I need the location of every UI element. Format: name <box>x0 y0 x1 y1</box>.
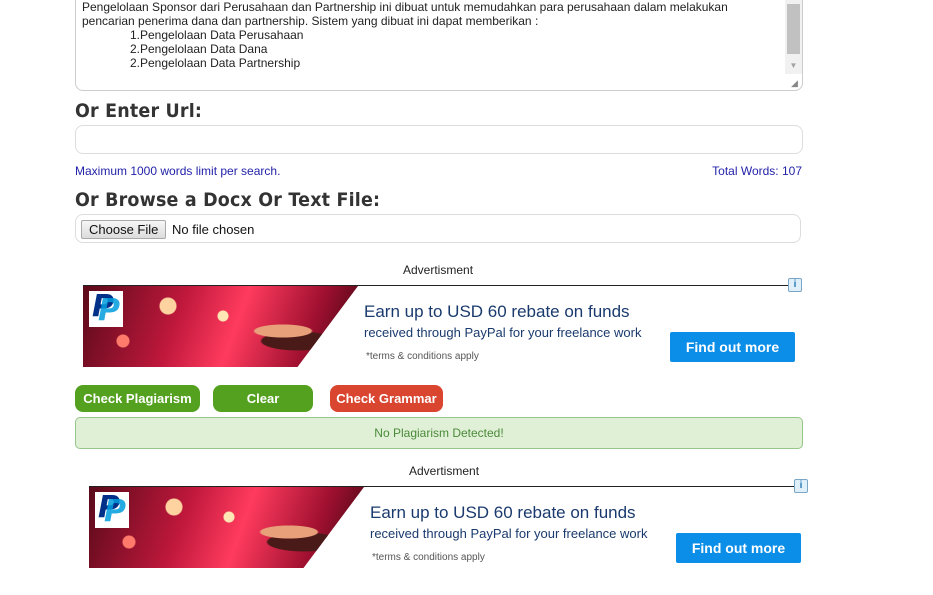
clear-button[interactable]: Clear <box>213 385 313 412</box>
info-icon[interactable]: i <box>794 479 808 493</box>
ad-border <box>89 486 794 487</box>
check-grammar-button[interactable]: Check Grammar <box>330 385 443 412</box>
ad-terms: *terms & conditions apply <box>366 351 479 362</box>
ad-photo <box>83 286 358 367</box>
advertisement-label: Advertisment <box>403 263 474 277</box>
total-words-label: Total Words: 107 <box>712 164 802 178</box>
scroll-down-arrow-icon[interactable]: ▼ <box>785 60 802 72</box>
ad-photo <box>89 487 364 568</box>
file-status-text: No file chosen <box>172 222 255 237</box>
ad-find-out-more-button[interactable]: Find out more <box>676 533 801 563</box>
ad-border <box>83 285 788 286</box>
paypal-logo-icon: PP <box>95 492 129 528</box>
text-content[interactable]: Pengelolaan Sponsor dari Perusahaan dan … <box>82 0 782 70</box>
total-words-count: Total Words: 107 <box>712 164 802 178</box>
text-list-item: 2.Pengelolaan Data Partnership <box>130 56 301 70</box>
ad-banner[interactable]: PP Earn up to USD 60 rebate on funds rec… <box>83 285 803 367</box>
word-limit-note: Maximum 1000 words limit per search. <box>75 164 281 178</box>
url-input[interactable] <box>75 125 803 154</box>
check-plagiarism-button[interactable]: Check Plagiarism <box>75 385 200 412</box>
ad-find-out-more-button[interactable]: Find out more <box>670 332 795 362</box>
text-input-area[interactable]: Pengelolaan Sponsor dari Perusahaan dan … <box>75 0 803 91</box>
advertisement-label: Advertisment <box>409 464 480 478</box>
ad-terms: *terms & conditions apply <box>372 552 485 563</box>
text-list-item: 2.Pengelolaan Data Dana <box>130 42 268 56</box>
resize-grip-icon[interactable]: ◢ <box>791 79 800 88</box>
ad-headline: Earn up to USD 60 rebate on funds <box>370 503 636 522</box>
result-message: No Plagiarism Detected! <box>75 417 803 449</box>
file-section-heading: Or Browse a Docx Or Text File: <box>75 189 381 211</box>
file-upload-field: Choose File No file chosen <box>75 214 801 243</box>
url-section-heading: Or Enter Url: <box>75 100 203 122</box>
info-icon[interactable]: i <box>788 278 802 292</box>
ad-subline: received through PayPal for your freelan… <box>370 526 648 541</box>
choose-file-button[interactable]: Choose File <box>81 220 167 239</box>
textarea-scrollbar[interactable]: ▼ <box>785 0 802 74</box>
ad-subline: received through PayPal for your freelan… <box>364 325 642 340</box>
text-paragraph: Pengelolaan Sponsor dari Perusahaan dan … <box>82 0 728 28</box>
ad-headline: Earn up to USD 60 rebate on funds <box>364 302 630 321</box>
paypal-logo-icon: PP <box>89 291 123 327</box>
scrollbar-thumb[interactable] <box>787 4 800 54</box>
text-list-item: 1.Pengelolaan Data Perusahaan <box>130 28 304 42</box>
ad-banner[interactable]: PP Earn up to USD 60 rebate on funds rec… <box>89 486 809 568</box>
